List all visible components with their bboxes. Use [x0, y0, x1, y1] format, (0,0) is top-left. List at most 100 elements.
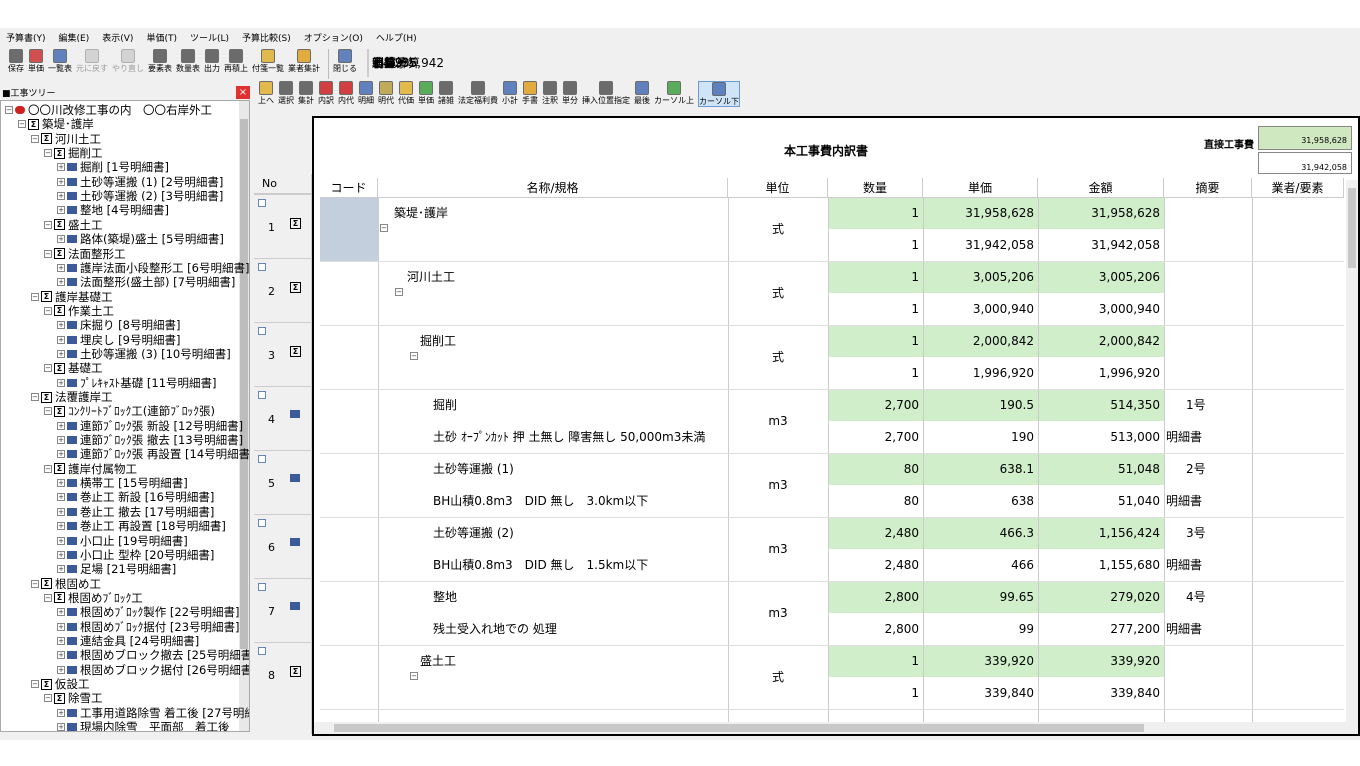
price-cell[interactable]: 638	[923, 486, 1034, 517]
price-cell[interactable]: 190.5	[923, 390, 1034, 421]
expand-icon[interactable]: −	[5, 106, 13, 114]
menu-item-7[interactable]: ヘルプ(H)	[376, 31, 417, 44]
name-header[interactable]: 名称/規格	[378, 178, 728, 198]
item-spec[interactable]: BH山積0.8m3 DID 無し 1.5km以下	[433, 550, 648, 581]
tree-leaf[interactable]: + ﾌﾟﾚｷｬｽﾄ基礎 [11号明細書]	[57, 376, 217, 390]
expand-icon[interactable]: +	[57, 450, 65, 459]
tree-leaf[interactable]: + 巻止工 撤去 [17号明細書]	[57, 505, 214, 519]
price-cell[interactable]: 99	[923, 614, 1034, 645]
item-name[interactable]: 盛土工	[420, 646, 456, 677]
tree-node[interactable]: − Σ 除雪工	[44, 691, 103, 705]
tree-node[interactable]: − Σ 仮設工	[31, 677, 90, 691]
expand-icon[interactable]: +	[57, 278, 65, 287]
expand-icon[interactable]: −	[44, 694, 52, 703]
unit-cell[interactable]: m3	[728, 534, 828, 565]
amount-cell[interactable]: 1,155,680	[1038, 550, 1160, 581]
expand-icon[interactable]: −	[44, 149, 52, 158]
tree-leaf[interactable]: + 巻止工 新設 [16号明細書]	[57, 490, 214, 504]
summary-cell[interactable]: 4号	[1186, 582, 1206, 613]
price-cell[interactable]: 1,996,920	[923, 358, 1034, 389]
tree-leaf[interactable]: + 根固めブロック据付 [26号明細書]	[57, 663, 249, 677]
row-header[interactable]: 6	[254, 514, 312, 578]
price-cell[interactable]: 190	[923, 422, 1034, 453]
tree-node[interactable]: − Σ 根固めﾌﾞﾛｯｸ工	[44, 591, 143, 605]
menu-item-5[interactable]: 予算比較(S)	[242, 31, 291, 44]
toolbar2-button-15[interactable]: 挿入位置指定	[582, 81, 630, 105]
tree-leaf[interactable]: + 連節ﾌﾞﾛｯｸ張 新設 [12号明細書]	[57, 419, 243, 433]
price-cell[interactable]: 466	[923, 550, 1034, 581]
expand-icon[interactable]: +	[57, 708, 65, 717]
qty-cell[interactable]: 1	[828, 198, 919, 229]
menu-item-1[interactable]: 編集(E)	[59, 31, 90, 44]
expand-icon[interactable]: +	[57, 321, 65, 330]
expand-icon[interactable]: +	[57, 550, 65, 559]
toolbar2-button-0[interactable]: 上へ	[258, 81, 274, 105]
toolbar2-button-7[interactable]: 代価	[398, 81, 414, 105]
summary-header[interactable]: 摘要	[1164, 178, 1252, 198]
amount-header[interactable]: 金額	[1038, 178, 1164, 198]
collapse-icon[interactable]: −	[395, 288, 403, 296]
code-cell-selected[interactable]	[320, 198, 378, 261]
tree-node[interactable]: − Σ 根固め工	[31, 577, 101, 591]
item-spec[interactable]: 残土受入れ地での 処理	[433, 614, 557, 645]
amount-cell[interactable]: 3,005,206	[1038, 262, 1160, 293]
tree-node[interactable]: − Σ 築堤･護岸	[18, 117, 94, 131]
collapse-icon[interactable]: −	[410, 352, 418, 360]
collapse-icon[interactable]: −	[380, 224, 388, 232]
toolbar2-button-17[interactable]: カーソル上	[654, 81, 694, 105]
tree-leaf[interactable]: + 土砂等運搬 (2) [3号明細書]	[57, 189, 223, 203]
expand-icon[interactable]: +	[57, 608, 65, 617]
tree-leaf[interactable]: + 横帯工 [15号明細書]	[57, 476, 188, 490]
vendor-header[interactable]: 業者/要素	[1252, 178, 1344, 198]
expand-icon[interactable]: +	[57, 479, 65, 488]
qty-cell[interactable]: 1	[828, 230, 919, 261]
price-cell[interactable]: 3,000,940	[923, 294, 1034, 325]
toolbar-button-4[interactable]: やり直し	[112, 49, 144, 73]
tree-leaf[interactable]: + 連節ﾌﾞﾛｯｸ張 撤去 [13号明細書]	[57, 433, 243, 447]
item-name[interactable]: 土砂等運搬 (2)	[433, 518, 514, 549]
expand-icon[interactable]: +	[57, 192, 65, 201]
expand-icon[interactable]: +	[57, 206, 65, 215]
amount-cell[interactable]: 1,156,424	[1038, 518, 1160, 549]
unit-cell[interactable]: 式	[728, 278, 828, 309]
price-cell[interactable]: 638.1	[923, 454, 1034, 485]
toolbar2-button-12[interactable]: 手書	[522, 81, 538, 105]
row-checkbox[interactable]	[258, 583, 266, 591]
menu-item-3[interactable]: 単価(T)	[146, 31, 177, 44]
unit-cell[interactable]: 式	[728, 342, 828, 373]
qty-cell[interactable]: 2,700	[828, 422, 919, 453]
menu-item-6[interactable]: オプション(O)	[304, 31, 363, 44]
expand-icon[interactable]: +	[57, 378, 65, 387]
tree-node[interactable]: − Σ ｺﾝｸﾘｰﾄﾌﾞﾛｯｸ工(連節ﾌﾞﾛｯｸ張)	[44, 404, 215, 418]
price-header[interactable]: 単価	[923, 178, 1038, 198]
tree-leaf[interactable]: + 整地 [4号明細書]	[57, 203, 169, 217]
expand-icon[interactable]: −	[31, 393, 39, 401]
summary-cell[interactable]: 明細書	[1166, 614, 1202, 645]
expand-icon[interactable]: +	[57, 565, 65, 574]
item-name[interactable]: 築堤･護岸	[394, 198, 448, 229]
expand-icon[interactable]: +	[57, 263, 65, 272]
summary-cell[interactable]: 明細書	[1166, 486, 1202, 517]
tree-node[interactable]: − Σ 掘削工	[44, 146, 103, 160]
tree-leaf[interactable]: + 埋戻し [9号明細書]	[57, 333, 180, 347]
menu-item-4[interactable]: ツール(L)	[190, 31, 229, 44]
item-name[interactable]: 土砂等運搬 (1)	[433, 454, 514, 485]
menu-item-2[interactable]: 表示(V)	[102, 31, 133, 44]
expand-icon[interactable]: −	[44, 593, 52, 602]
expand-icon[interactable]: +	[57, 493, 65, 502]
summary-cell[interactable]: 明細書	[1166, 422, 1202, 453]
toolbar2-button-14[interactable]: 単分	[562, 81, 578, 105]
qty-cell[interactable]: 2,480	[828, 518, 919, 549]
row-checkbox[interactable]	[258, 455, 266, 463]
sheet-vscroll[interactable]	[1346, 180, 1358, 728]
qty-cell[interactable]: 80	[828, 486, 919, 517]
summary-cell[interactable]: 1号	[1186, 390, 1206, 421]
qty-cell[interactable]: 1	[828, 358, 919, 389]
toolbar2-button-4[interactable]: 内代	[338, 81, 354, 105]
amount-cell[interactable]: 279,020	[1038, 582, 1160, 613]
amount-cell[interactable]: 514,350	[1038, 390, 1160, 421]
expand-icon[interactable]: −	[44, 407, 52, 416]
row-checkbox[interactable]	[258, 519, 266, 527]
tree-leaf[interactable]: + 法面整形(盛土部) [7号明細書]	[57, 275, 235, 289]
expand-icon[interactable]: +	[57, 665, 65, 674]
